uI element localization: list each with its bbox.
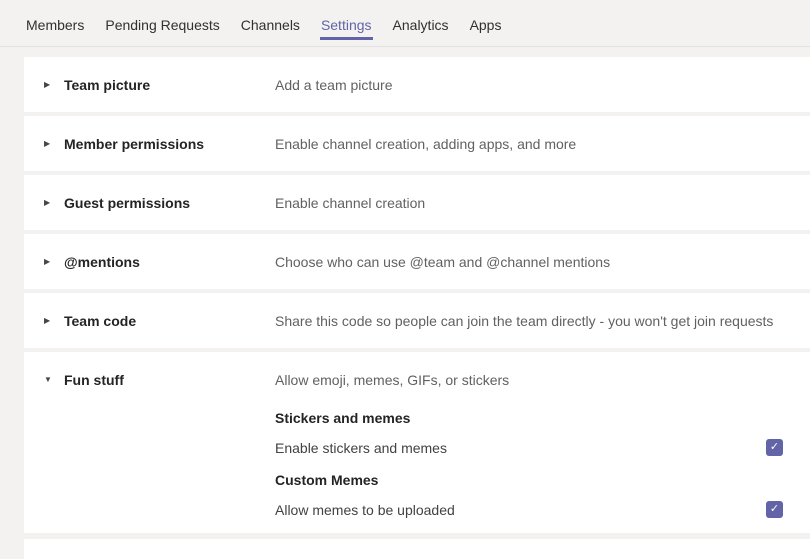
subsection: Stickers and memes Enable stickers and m… xyxy=(275,408,783,456)
expand-toggle-icon[interactable]: ▶ xyxy=(24,199,64,207)
tab-settings[interactable]: Settings xyxy=(320,0,373,40)
row-title: Team picture xyxy=(64,77,275,93)
row-title: @mentions xyxy=(64,254,275,270)
option-row: Allow memes to be uploaded ✓ xyxy=(275,501,783,518)
subsection-heading: Custom Memes xyxy=(275,470,783,490)
collapse-toggle-icon[interactable]: ▼ xyxy=(24,376,64,384)
row-header[interactable]: ▶ Guest permissions Enable channel creat… xyxy=(24,175,810,230)
expand-toggle-icon[interactable]: ▶ xyxy=(24,140,64,148)
settings-row-team-picture: ▶ Team picture Add a team picture xyxy=(24,57,810,112)
option-label: Enable stickers and memes xyxy=(275,440,447,456)
row-header[interactable]: ▶ Member permissions Enable channel crea… xyxy=(24,116,810,171)
expand-toggle-icon[interactable]: ▶ xyxy=(24,81,64,89)
settings-list: ▶ Team picture Add a team picture ▶ Memb… xyxy=(24,57,810,533)
row-description: Share this code so people can join the t… xyxy=(275,313,810,329)
row-description: Choose who can use @team and @channel me… xyxy=(275,254,810,270)
checkmark-icon: ✓ xyxy=(770,504,779,515)
row-title: Guest permissions xyxy=(64,195,275,211)
subsection: Custom Memes Allow memes to be uploaded … xyxy=(275,470,783,518)
tab-label: Pending Requests xyxy=(105,17,219,33)
row-subsections: Stickers and memes Enable stickers and m… xyxy=(24,407,810,533)
tab-channels[interactable]: Channels xyxy=(240,0,301,40)
row-title: Fun stuff xyxy=(64,372,275,388)
row-description: Allow emoji, memes, GIFs, or stickers xyxy=(275,372,810,388)
subsection-heading: Stickers and memes xyxy=(275,408,783,428)
tab-pending-requests[interactable]: Pending Requests xyxy=(104,0,220,40)
tab-label: Apps xyxy=(470,17,502,33)
expand-toggle-icon[interactable]: ▶ xyxy=(24,258,64,266)
tab-analytics[interactable]: Analytics xyxy=(392,0,450,40)
row-header[interactable]: ▶ @mentions Choose who can use @team and… xyxy=(24,234,810,289)
expand-toggle-icon[interactable]: ▶ xyxy=(24,317,64,325)
checkmark-icon: ✓ xyxy=(770,442,779,453)
option-row: Enable stickers and memes ✓ xyxy=(275,439,783,456)
settings-row-mentions: ▶ @mentions Choose who can use @team and… xyxy=(24,234,810,289)
row-description: Enable channel creation, adding apps, an… xyxy=(275,136,810,152)
checkbox-enable-stickers-and-memes[interactable]: ✓ xyxy=(766,439,783,456)
tab-bar: Members Pending Requests Channels Settin… xyxy=(0,0,810,47)
row-header[interactable]: ▶ Team picture Add a team picture xyxy=(24,57,810,112)
settings-row-fun-stuff: ▼ Fun stuff Allow emoji, memes, GIFs, or… xyxy=(24,352,810,533)
row-title: Team code xyxy=(64,313,275,329)
settings-row-partial xyxy=(24,539,810,559)
team-settings-page: Members Pending Requests Channels Settin… xyxy=(0,0,810,559)
tab-label: Settings xyxy=(321,17,372,33)
settings-row-guest-permissions: ▶ Guest permissions Enable channel creat… xyxy=(24,175,810,230)
row-header[interactable]: ▶ Team code Share this code so people ca… xyxy=(24,293,810,348)
row-header[interactable]: ▼ Fun stuff Allow emoji, memes, GIFs, or… xyxy=(24,352,810,407)
row-title: Member permissions xyxy=(64,136,275,152)
tab-label: Channels xyxy=(241,17,300,33)
option-label: Allow memes to be uploaded xyxy=(275,502,455,518)
settings-row-team-code: ▶ Team code Share this code so people ca… xyxy=(24,293,810,348)
tab-label: Analytics xyxy=(393,17,449,33)
checkbox-allow-memes-to-be-uploaded[interactable]: ✓ xyxy=(766,501,783,518)
settings-row-member-permissions: ▶ Member permissions Enable channel crea… xyxy=(24,116,810,171)
tab-apps[interactable]: Apps xyxy=(469,0,503,40)
tab-label: Members xyxy=(26,17,84,33)
tab-members[interactable]: Members xyxy=(25,0,85,40)
row-description: Add a team picture xyxy=(275,77,810,93)
row-description: Enable channel creation xyxy=(275,195,810,211)
